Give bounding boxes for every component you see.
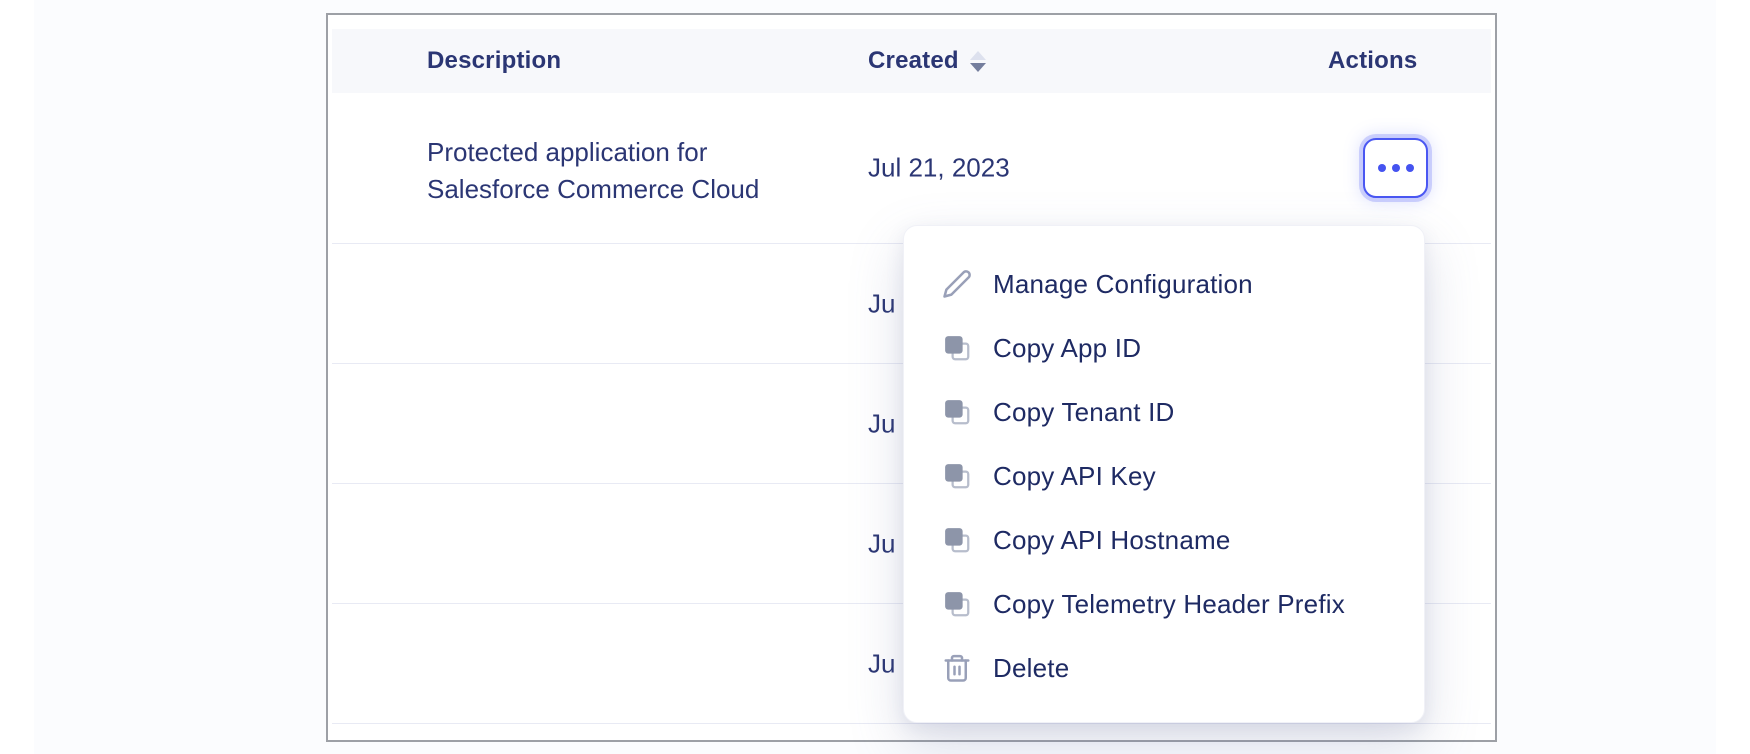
table-header-row: Description Created Actions — [332, 29, 1491, 93]
menu-item-label: Copy Tenant ID — [993, 397, 1175, 428]
copy-icon — [942, 589, 972, 619]
row-actions-button[interactable] — [1363, 138, 1428, 198]
copy-icon — [942, 461, 972, 491]
column-header-actions: Actions — [1328, 29, 1417, 93]
menu-item-label: Copy API Hostname — [993, 525, 1231, 556]
menu-item-copy-telemetry-header-prefix[interactable]: Copy Telemetry Header Prefix — [904, 572, 1424, 636]
column-header-label: Created — [868, 47, 959, 75]
description-line: Protected application for — [427, 134, 759, 171]
menu-item-label: Copy API Key — [993, 461, 1156, 492]
copy-icon — [942, 333, 972, 363]
menu-item-label: Manage Configuration — [993, 269, 1253, 300]
menu-item-delete[interactable]: Delete — [904, 636, 1424, 700]
copy-icon — [942, 397, 972, 427]
column-header-description: Description — [427, 29, 561, 93]
menu-item-label: Delete — [993, 653, 1069, 684]
copy-icon — [942, 525, 972, 555]
menu-item-copy-api-hostname[interactable]: Copy API Hostname — [904, 508, 1424, 572]
created-cell: Ju — [868, 528, 895, 559]
trash-icon — [942, 653, 972, 683]
menu-item-copy-tenant-id[interactable]: Copy Tenant ID — [904, 380, 1424, 444]
sort-desc-icon — [970, 63, 986, 72]
menu-item-copy-app-id[interactable]: Copy App ID — [904, 316, 1424, 380]
created-cell: Ju — [868, 408, 895, 439]
column-header-label: Description — [427, 47, 561, 75]
menu-item-manage-configuration[interactable]: Manage Configuration — [904, 252, 1424, 316]
created-cell: Ju — [868, 288, 895, 319]
menu-item-copy-api-key[interactable]: Copy API Key — [904, 444, 1424, 508]
menu-item-label: Copy Telemetry Header Prefix — [993, 589, 1345, 620]
description-line: Salesforce Commerce Cloud — [427, 171, 759, 208]
actions-dropdown-menu: Manage Configuration Copy App ID Copy Te… — [903, 225, 1425, 723]
page: Description Created Actions Protected ap… — [0, 0, 1750, 754]
description-cell: Protected application for Salesforce Com… — [427, 134, 759, 208]
created-cell: Jul 21, 2023 — [868, 153, 1010, 184]
column-header-created[interactable]: Created — [868, 29, 986, 93]
created-cell: Ju — [868, 648, 895, 679]
menu-item-label: Copy App ID — [993, 333, 1141, 364]
ellipsis-icon — [1378, 164, 1386, 172]
sort-asc-icon — [970, 51, 986, 60]
pencil-icon — [942, 269, 972, 299]
column-header-label: Actions — [1328, 47, 1417, 75]
table-row: Protected application for Salesforce Com… — [332, 93, 1491, 244]
sort-icon[interactable] — [970, 51, 986, 72]
